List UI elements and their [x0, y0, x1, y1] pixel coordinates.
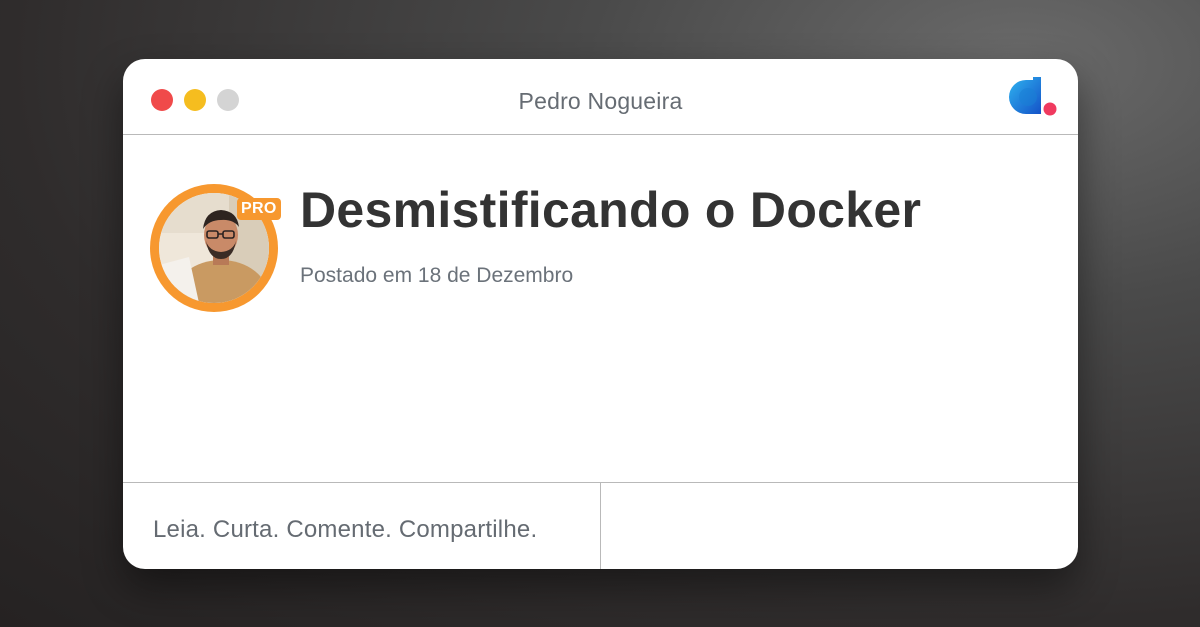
footer-tagline: Leia. Curta. Comente. Compartilhe. [153, 516, 538, 543]
footer-divider [600, 483, 601, 569]
post-date: Postado em 18 de Dezembro [300, 264, 574, 287]
window-title: Pedro Nogueira [518, 88, 683, 114]
post-card-window: Pedro Nogueira PRO Desmistificando o Doc… [123, 59, 1078, 569]
title-bar: Pedro Nogueira [123, 59, 1078, 135]
post-title[interactable]: Desmistificando o Docker [300, 181, 921, 239]
post-header: PRO Desmistificando o Docker Postado em … [123, 135, 1078, 482]
pro-badge: PRO [237, 198, 281, 220]
dio-logo-icon[interactable] [1007, 75, 1059, 119]
avatar[interactable]: PRO [150, 184, 281, 312]
card-footer: Leia. Curta. Comente. Compartilhe. [123, 482, 1078, 569]
